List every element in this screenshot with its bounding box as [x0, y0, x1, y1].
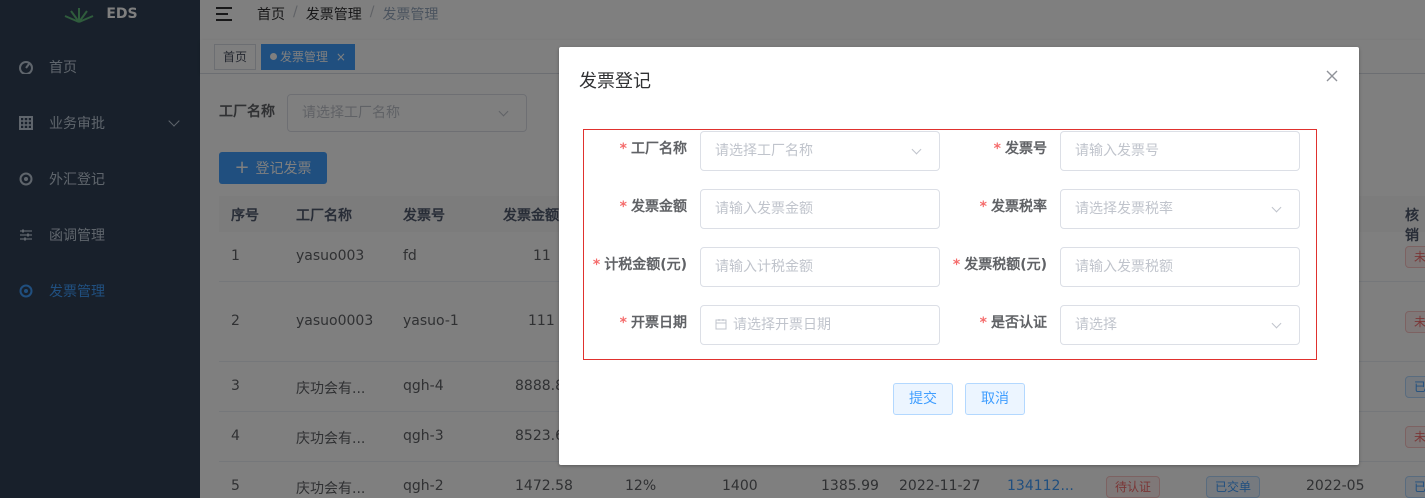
chevron-down-icon [1271, 318, 1282, 329]
form-label: * 发票号 [993, 141, 1047, 157]
tax-amount-input[interactable]: 请输入发票税额 [1060, 247, 1300, 287]
tax-rate-select[interactable]: 请选择发票税率 [1060, 189, 1300, 229]
tax-rate-placeholder: 请选择发票税率 [1075, 201, 1173, 217]
invoice-form: * 工厂名称 请选择工厂名称 * 发票号 请输入发票号 * 发票金额 请输入发票金额 … [583, 129, 1317, 360]
factory-select[interactable]: 请选择工厂名称 [700, 131, 940, 171]
taxable-amount-placeholder: 请输入计税金额 [715, 259, 813, 275]
invoice-no-placeholder: 请输入发票号 [1075, 143, 1159, 159]
cancel-button[interactable]: 取消 [965, 383, 1025, 415]
invoice-amount-placeholder: 请输入发票金额 [715, 201, 813, 217]
dialog-title: 发票登记 [579, 71, 651, 92]
form-label: * 开票日期 [619, 315, 687, 331]
issue-date-placeholder: 请选择开票日期 [733, 317, 831, 333]
issue-date-picker[interactable]: 请选择开票日期 [700, 305, 940, 345]
form-label: * 工厂名称 [619, 141, 687, 157]
tax-amount-placeholder: 请输入发票税额 [1075, 259, 1173, 275]
calendar-icon [715, 319, 727, 330]
certified-select[interactable]: 请选择 [1060, 305, 1300, 345]
form-label: * 发票金额 [619, 199, 687, 215]
invoice-amount-input[interactable]: 请输入发票金额 [700, 189, 940, 229]
submit-button[interactable]: 提交 [893, 383, 953, 415]
form-label: * 发票税率 [979, 199, 1047, 215]
form-label: * 发票税额(元) [952, 257, 1047, 273]
factory-placeholder: 请选择工厂名称 [715, 143, 813, 159]
invoice-no-input[interactable]: 请输入发票号 [1060, 131, 1300, 171]
form-label: * 计税金额(元) [592, 257, 687, 273]
taxable-amount-input[interactable]: 请输入计税金额 [700, 247, 940, 287]
close-icon[interactable] [1325, 69, 1339, 83]
form-label: * 是否认证 [979, 315, 1047, 331]
certified-placeholder: 请选择 [1075, 317, 1117, 333]
chevron-down-icon [1271, 202, 1282, 213]
invoice-register-dialog: 发票登记 * 工厂名称 请选择工厂名称 * 发票号 请输入发票号 * 发票金额 请输入… [559, 47, 1359, 465]
